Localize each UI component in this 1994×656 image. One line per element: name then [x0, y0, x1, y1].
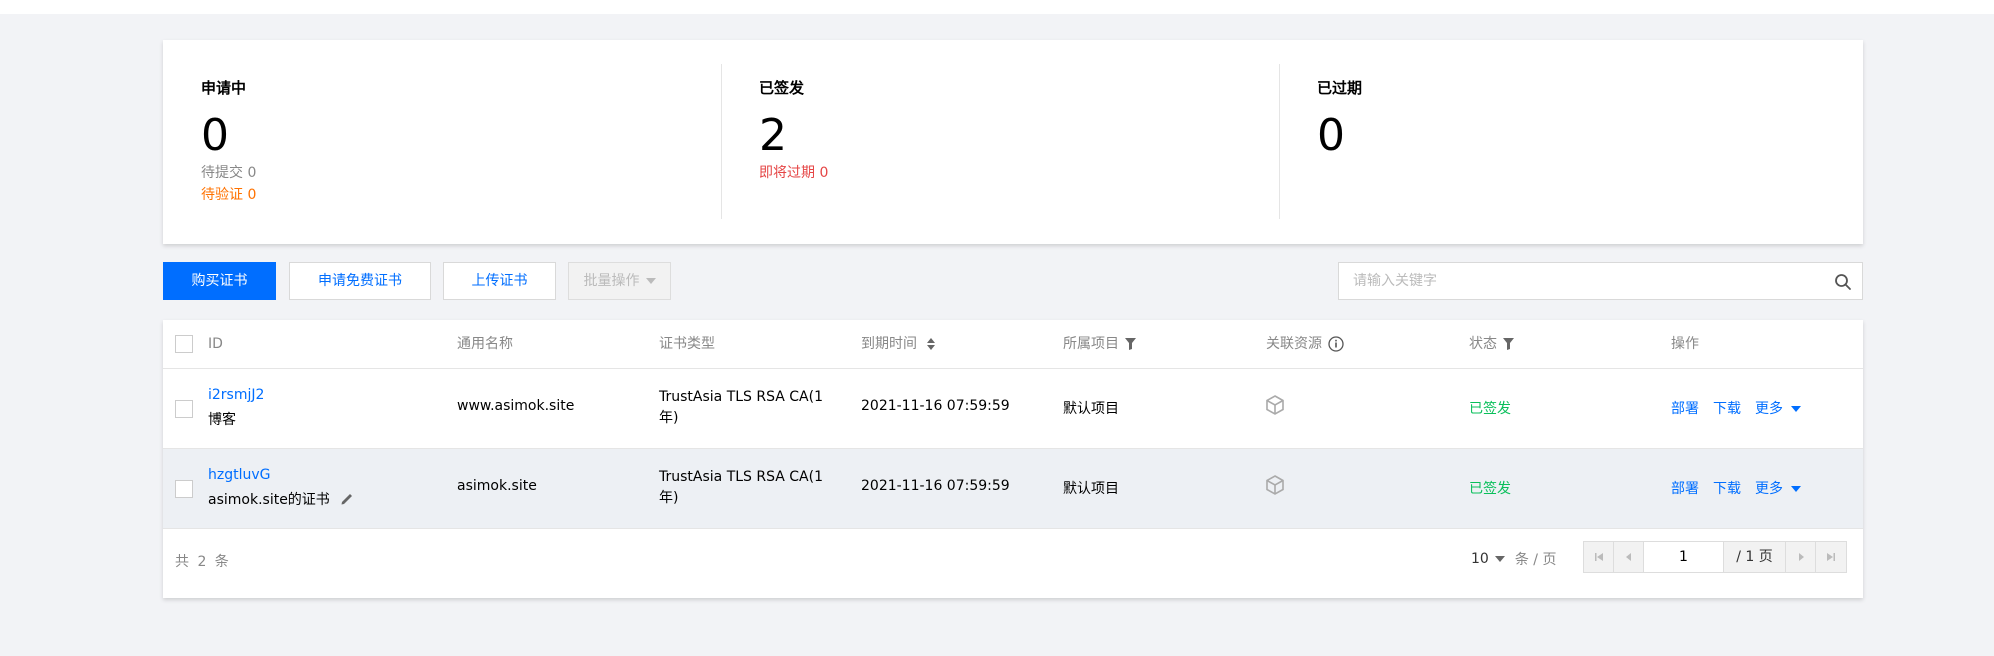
column-project[interactable]: 所属项目 [1063, 320, 1136, 368]
page-total: / 1 页 [1724, 542, 1786, 572]
caret-down-icon [1494, 556, 1505, 562]
certificate-remark: 博客 [208, 412, 236, 428]
cert-type-line: 年) [659, 410, 679, 426]
download-link[interactable]: 下载 [1713, 478, 1741, 498]
page-size-value: 10 [1471, 551, 1489, 567]
stat-count: 0 [201, 110, 229, 161]
column-resources: 关联资源 [1266, 320, 1344, 368]
stat-issued[interactable]: 已签发 2 即将过期 0 [721, 40, 1279, 244]
expiry-time: 2021-11-16 07:59:59 [861, 398, 1010, 414]
stat-pending-submit: 待提交 0 [201, 165, 257, 181]
column-expiry[interactable]: 到期时间 [861, 320, 935, 368]
buy-certificate-button[interactable]: 购买证书 [163, 262, 276, 300]
stat-applying[interactable]: 申请中 0 待提交 0 待验证 0 [163, 40, 721, 244]
stat-count: 2 [759, 110, 787, 161]
download-link[interactable]: 下载 [1713, 398, 1741, 418]
cert-type-line: TrustAsia TLS RSA CA(1 [659, 469, 824, 485]
stat-title: 已签发 [759, 79, 805, 97]
column-cert-type: 证书类型 [659, 336, 715, 352]
common-name: www.asimok.site [457, 398, 575, 414]
more-label: 更多 [1755, 481, 1783, 497]
certificate-remark: asimok.site的证书 [208, 492, 330, 508]
stat-title: 已过期 [1317, 79, 1363, 97]
search-icon[interactable] [1834, 273, 1852, 291]
row-checkbox[interactable] [175, 400, 193, 418]
table-row[interactable]: hzgtluvG asimok.site的证书 asimok.site Trus… [163, 449, 1863, 529]
filter-icon[interactable] [1125, 338, 1136, 350]
stat-expired[interactable]: 已过期 0 [1279, 40, 1837, 244]
more-label: 更多 [1755, 401, 1783, 417]
search-input[interactable] [1339, 263, 1809, 299]
info-icon[interactable] [1328, 336, 1344, 352]
certificate-table: ID 通用名称 证书类型 到期时间 所属项目 关联资源 状态 操作 i2rsmj… [163, 320, 1863, 598]
first-page-icon [1594, 553, 1603, 561]
batch-actions-dropdown[interactable]: 批量操作 [568, 262, 671, 300]
column-id: ID [208, 336, 223, 352]
prev-page-icon [1625, 553, 1631, 561]
next-page-icon [1798, 553, 1804, 561]
status-badge: 已签发 [1469, 401, 1511, 417]
table-row[interactable]: i2rsmjJ2 博客 www.asimok.site TrustAsia TL… [163, 369, 1863, 449]
caret-down-icon [1791, 486, 1801, 492]
caret-down-icon [1791, 406, 1801, 412]
prev-page-button[interactable] [1614, 542, 1644, 572]
certificate-remark-group: asimok.site的证书 [208, 489, 354, 509]
stat-count: 0 [1317, 110, 1345, 161]
common-name: asimok.site [457, 478, 537, 494]
table-footer: 共 2 条 10 条 / 页 1 / 1 页 [163, 529, 1863, 597]
more-dropdown[interactable]: 更多 [1755, 398, 1801, 418]
cube-icon[interactable] [1266, 475, 1284, 495]
column-status[interactable]: 状态 [1469, 320, 1514, 368]
apply-free-certificate-button[interactable]: 申请免费证书 [289, 262, 431, 300]
batch-actions-label: 批量操作 [583, 273, 640, 289]
search-box [1338, 262, 1863, 300]
certificate-id-link[interactable]: i2rsmjJ2 [208, 387, 264, 403]
status-badge: 已签发 [1469, 481, 1511, 497]
project-name: 默认项目 [1063, 481, 1119, 497]
certificate-summary-card: 申请中 0 待提交 0 待验证 0 已签发 2 即将过期 0 已过期 0 [163, 40, 1863, 244]
expiry-time: 2021-11-16 07:59:59 [861, 478, 1010, 494]
cert-type-line: 年) [659, 490, 679, 506]
column-actions: 操作 [1671, 336, 1699, 352]
stat-pending-verify: 待验证 0 [201, 187, 257, 203]
deploy-link[interactable]: 部署 [1671, 398, 1699, 418]
last-page-button[interactable] [1816, 542, 1846, 572]
cert-type-line: TrustAsia TLS RSA CA(1 [659, 389, 824, 405]
per-page-label: 条 / 页 [1514, 552, 1557, 568]
deploy-link[interactable]: 部署 [1671, 478, 1699, 498]
top-bar [0, 0, 1994, 14]
cert-type: TrustAsia TLS RSA CA(1 年) [659, 387, 823, 429]
first-page-button[interactable] [1584, 542, 1614, 572]
edit-pencil-icon[interactable] [340, 492, 354, 506]
caret-down-icon [645, 278, 656, 284]
column-project-label: 所属项目 [1063, 336, 1119, 352]
column-common-name: 通用名称 [457, 336, 513, 352]
project-name: 默认项目 [1063, 401, 1119, 417]
row-checkbox[interactable] [175, 480, 193, 498]
total-count: 共 2 条 [175, 554, 231, 570]
certificate-id-link[interactable]: hzgtluvG [208, 467, 271, 483]
stat-title: 申请中 [201, 79, 247, 97]
row-actions: 部署 下载 更多 [1671, 398, 1801, 418]
column-resources-label: 关联资源 [1266, 336, 1322, 352]
page-number-input[interactable]: 1 [1644, 542, 1724, 572]
sort-icon[interactable] [927, 338, 935, 350]
select-all-checkbox[interactable] [175, 335, 193, 353]
upload-certificate-button[interactable]: 上传证书 [443, 262, 556, 300]
page-size-select[interactable]: 10 条 / 页 [1471, 549, 1556, 569]
more-dropdown[interactable]: 更多 [1755, 478, 1801, 498]
stat-expiring-soon: 即将过期 0 [759, 165, 829, 181]
column-status-label: 状态 [1469, 336, 1497, 352]
column-expiry-label: 到期时间 [861, 336, 917, 352]
cert-type: TrustAsia TLS RSA CA(1 年) [659, 467, 823, 509]
next-page-button[interactable] [1786, 542, 1816, 572]
pagination: 1 / 1 页 [1583, 541, 1847, 573]
table-header: ID 通用名称 证书类型 到期时间 所属项目 关联资源 状态 操作 [163, 320, 1863, 369]
row-actions: 部署 下载 更多 [1671, 478, 1801, 498]
last-page-icon [1827, 553, 1835, 561]
cube-icon[interactable] [1266, 395, 1284, 415]
filter-icon[interactable] [1503, 338, 1514, 350]
